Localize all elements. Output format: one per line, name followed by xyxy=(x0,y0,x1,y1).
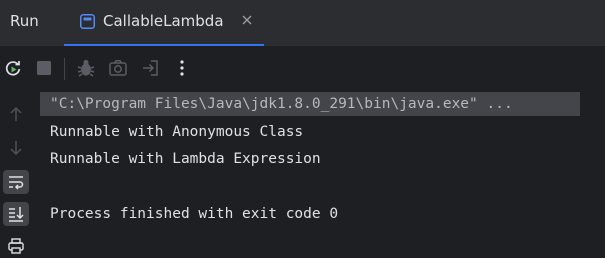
arrow-up-icon xyxy=(10,106,22,121)
print-icon xyxy=(8,238,24,254)
arrow-down-icon xyxy=(10,141,22,156)
toolbar-separator xyxy=(64,58,65,80)
close-icon[interactable] xyxy=(240,13,254,27)
run-panel-title: Run xyxy=(10,12,39,30)
run-toolbar xyxy=(0,46,605,90)
next-occurrence-button[interactable] xyxy=(3,136,29,160)
command-line[interactable]: "C:\Program Files\Java\jdk1.8.0_291\bin\… xyxy=(40,92,580,116)
soft-wrap-icon xyxy=(9,176,24,190)
tab-callable-lambda[interactable]: CallableLambda xyxy=(64,0,264,46)
run-tool-window-header: Run CallableLambda xyxy=(0,0,605,46)
previous-occurrence-button[interactable] xyxy=(3,102,29,126)
print-button[interactable] xyxy=(3,234,29,258)
console-output-line: Runnable with Anonymous Class xyxy=(50,124,304,140)
console-gutter xyxy=(0,90,32,257)
rerun-icon[interactable] xyxy=(3,58,23,78)
application-config-icon xyxy=(80,14,95,29)
screenshot-icon[interactable] xyxy=(108,58,128,78)
soft-wrap-toggle[interactable] xyxy=(3,170,29,194)
exit-icon[interactable] xyxy=(140,58,160,78)
exit-status-line: Process finished with exit code 0 xyxy=(50,206,339,222)
debug-icon[interactable] xyxy=(76,58,96,78)
console-output-line: Runnable with Lambda Expression xyxy=(50,151,321,167)
stop-icon[interactable] xyxy=(34,58,54,78)
scroll-to-end-icon xyxy=(9,207,24,222)
scroll-to-end-toggle[interactable] xyxy=(3,202,29,226)
console-output[interactable]: "C:\Program Files\Java\jdk1.8.0_291\bin\… xyxy=(40,92,600,257)
more-options-icon[interactable] xyxy=(172,58,192,78)
tab-label: CallableLambda xyxy=(103,12,224,30)
